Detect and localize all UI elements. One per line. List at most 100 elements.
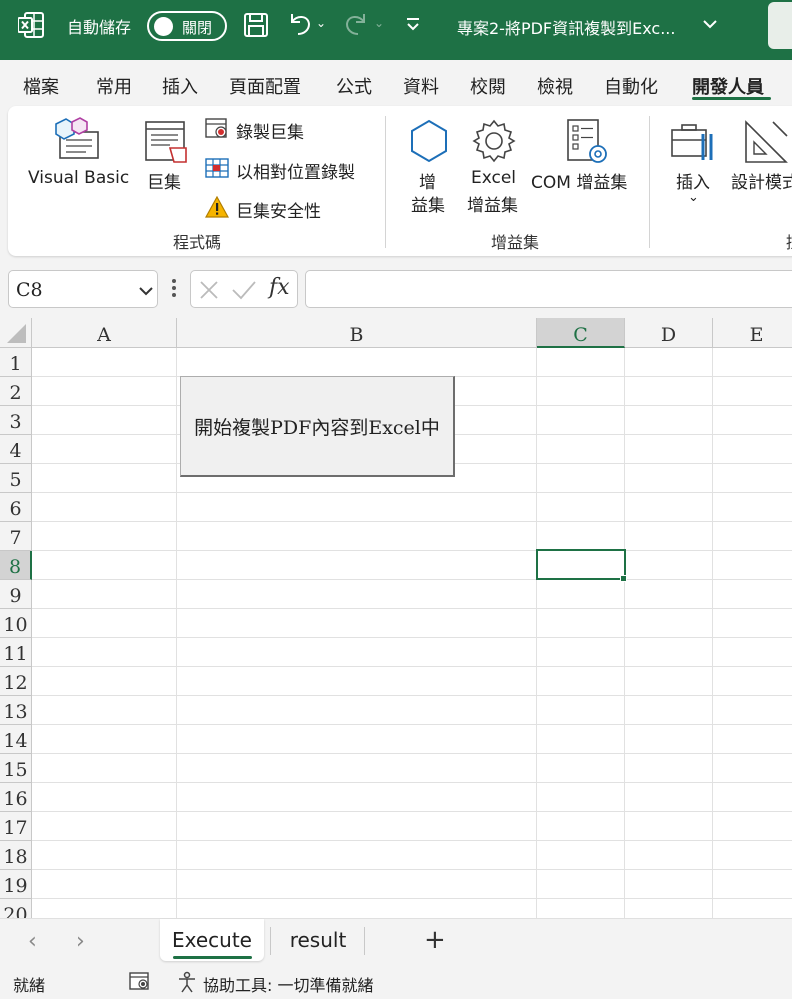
macros-icon[interactable] xyxy=(144,118,190,170)
formula-input[interactable] xyxy=(305,270,792,308)
com-addins-icon[interactable] xyxy=(564,118,610,170)
macro-security-button[interactable]: 巨集安全性 xyxy=(236,197,321,222)
com-addins-button[interactable]: COM 增益集 xyxy=(531,168,627,193)
select-all-button[interactable] xyxy=(0,318,32,348)
macro-recording-icon[interactable] xyxy=(129,972,151,996)
copy-pdf-to-excel-button[interactable]: 開始複製PDF內容到Excel中 xyxy=(180,376,455,477)
grid-line xyxy=(32,869,792,870)
name-box-chevron-down-icon[interactable] xyxy=(138,283,154,303)
excel-addins-line1[interactable]: Excel xyxy=(471,168,516,188)
cancel-icon[interactable] xyxy=(199,280,219,304)
row-header-9[interactable]: 9 xyxy=(0,580,32,609)
grid-line xyxy=(712,348,713,918)
autosave-toggle[interactable]: 關閉 xyxy=(147,11,227,41)
tab-insert[interactable]: 插入 xyxy=(162,73,198,99)
insert-chevron-down-icon[interactable]: ⌄ xyxy=(688,190,699,205)
tab-formulas[interactable]: 公式 xyxy=(336,73,372,99)
row-header-18[interactable]: 18 xyxy=(0,841,32,870)
fill-handle[interactable] xyxy=(620,575,627,582)
visual-basic-icon[interactable] xyxy=(52,116,102,166)
worksheet-grid[interactable]: A B C D E 1 2 3 4 5 6 7 8 9 10 11 12 13 … xyxy=(0,318,792,918)
tab-file[interactable]: 檔案 xyxy=(23,73,59,99)
record-macro-icon[interactable] xyxy=(205,118,229,144)
grid-line xyxy=(32,550,792,551)
customize-toolbar-icon[interactable] xyxy=(404,14,422,34)
row-header-4[interactable]: 4 xyxy=(0,435,32,464)
sheet-divider xyxy=(270,927,271,955)
row-header-6[interactable]: 6 xyxy=(0,493,32,522)
gear-icon[interactable] xyxy=(471,118,517,168)
column-header-c[interactable]: C xyxy=(537,318,625,348)
next-sheet-icon[interactable]: › xyxy=(76,929,85,954)
active-tab-indicator xyxy=(692,97,771,100)
tab-page-layout[interactable]: 頁面配置 xyxy=(229,73,301,99)
selected-cell[interactable] xyxy=(536,549,626,580)
accessibility-icon[interactable] xyxy=(176,971,198,997)
toolbox-icon[interactable] xyxy=(669,120,717,168)
search-box[interactable] xyxy=(768,2,792,49)
grid-line xyxy=(32,724,792,725)
row-header-19[interactable]: 19 xyxy=(0,870,32,899)
column-header-b[interactable]: B xyxy=(177,318,537,348)
tab-review[interactable]: 校閱 xyxy=(470,73,506,99)
title-chevron-down-icon[interactable] xyxy=(702,16,718,32)
row-header-1[interactable]: 1 xyxy=(0,348,32,377)
check-icon[interactable] xyxy=(231,280,257,304)
add-sheet-icon[interactable]: + xyxy=(424,925,446,955)
row-header-13[interactable]: 13 xyxy=(0,696,32,725)
record-macro-button[interactable]: 錄製巨集 xyxy=(236,118,304,143)
row-header-7[interactable]: 7 xyxy=(0,522,32,551)
design-mode-icon[interactable] xyxy=(743,118,789,170)
row-header-20[interactable]: 20 xyxy=(0,899,32,918)
row-header-17[interactable]: 17 xyxy=(0,812,32,841)
sheet-tab-execute[interactable]: Execute xyxy=(160,919,264,961)
row-header-2[interactable]: 2 xyxy=(0,377,32,406)
redo-dropdown-icon[interactable]: ⌄ xyxy=(374,16,384,30)
macros-button[interactable]: 巨集 xyxy=(147,168,181,193)
row-header-14[interactable]: 14 xyxy=(0,725,32,754)
tab-view[interactable]: 檢視 xyxy=(537,73,573,99)
grid-line xyxy=(32,492,792,493)
addins-icon[interactable] xyxy=(406,118,452,168)
column-header-d[interactable]: D xyxy=(625,318,713,348)
accessibility-status[interactable]: 協助工具: 一切準備就緒 xyxy=(203,972,373,996)
relative-reference-icon[interactable] xyxy=(205,158,229,184)
tab-home[interactable]: 常用 xyxy=(96,73,132,99)
row-header-10[interactable]: 10 xyxy=(0,609,32,638)
tab-automate[interactable]: 自動化 xyxy=(604,73,658,99)
addins-line1[interactable]: 增 xyxy=(419,168,436,193)
tab-developer[interactable]: 開發人員 xyxy=(692,73,764,99)
row-header-8[interactable]: 8 xyxy=(0,551,32,580)
excel-logo-icon[interactable] xyxy=(18,12,44,38)
undo-icon[interactable] xyxy=(286,10,314,38)
insert-function-icon[interactable]: fx xyxy=(269,275,290,300)
undo-dropdown-icon[interactable]: ⌄ xyxy=(316,16,326,30)
excel-addins-button[interactable]: 增益集 xyxy=(467,191,518,216)
row-header-11[interactable]: 11 xyxy=(0,638,32,667)
visual-basic-button[interactable]: Visual Basic xyxy=(28,168,129,188)
column-header-a[interactable]: A xyxy=(32,318,177,348)
row-header-12[interactable]: 12 xyxy=(0,667,32,696)
more-options-icon[interactable] xyxy=(171,278,177,302)
save-icon[interactable] xyxy=(243,12,269,38)
relative-reference-button[interactable]: 以相對位置錄製 xyxy=(236,158,355,183)
warning-icon[interactable] xyxy=(204,195,230,222)
status-bar: 就緒 協助工具: 一切準備就緒 xyxy=(0,964,792,999)
group-divider xyxy=(649,116,650,248)
row-header-3[interactable]: 3 xyxy=(0,406,32,435)
redo-icon[interactable] xyxy=(342,10,370,38)
row-header-16[interactable]: 16 xyxy=(0,783,32,812)
prev-sheet-icon[interactable]: ‹ xyxy=(28,929,37,954)
row-header-15[interactable]: 15 xyxy=(0,754,32,783)
column-header-e[interactable]: E xyxy=(713,318,792,348)
grid-line xyxy=(32,637,792,638)
design-mode-button[interactable]: 設計模式 xyxy=(731,168,792,193)
controls-group-label: 控 xyxy=(786,229,792,253)
active-sheet-indicator xyxy=(173,956,252,959)
tab-data[interactable]: 資料 xyxy=(403,73,439,99)
document-title[interactable]: 專案2-將PDF資訊複製到Exc... xyxy=(457,15,675,39)
name-box[interactable]: C8 xyxy=(8,270,158,308)
row-header-5[interactable]: 5 xyxy=(0,464,32,493)
sheet-tab-result[interactable]: result xyxy=(276,919,360,961)
addins-button[interactable]: 益集 xyxy=(411,191,445,216)
